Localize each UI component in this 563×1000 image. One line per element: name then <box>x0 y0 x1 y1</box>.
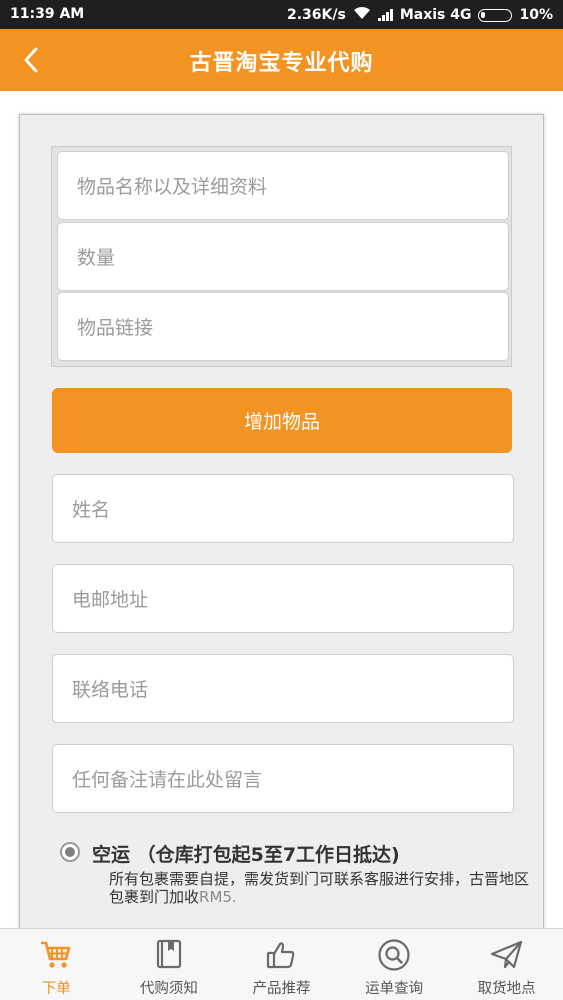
thumbs-up-icon <box>264 938 298 972</box>
shipping-description-text: 所有包裹需要自提，需发货到门可联系客服进行安排，古晋地区包裹到门加收 <box>109 870 530 906</box>
quantity-input[interactable]: 数量 <box>57 222 509 291</box>
name-input[interactable]: 姓名 <box>52 474 514 543</box>
shipping-fee: RM5. <box>199 888 237 906</box>
page-title: 古晋淘宝专业代购 <box>189 51 374 76</box>
signal-icon <box>377 9 393 21</box>
paper-plane-icon <box>490 938 524 972</box>
status-bar: 11:39 AM 2.36K/s Maxis 4G 10% <box>0 0 563 29</box>
app-header: 古晋淘宝专业代购 <box>0 29 563 91</box>
radio-selected-dot <box>65 847 75 857</box>
air-shipping-radio[interactable] <box>60 842 80 862</box>
phone-input[interactable]: 联络电话 <box>52 654 514 723</box>
tab-order-label: 下单 <box>41 981 71 997</box>
shipping-description: 所有包裹需要自提，需发货到门可联系客服进行安排，古晋地区包裹到门加收RM5. <box>109 870 529 906</box>
tab-tracking-label: 运单查询 <box>365 981 424 997</box>
bottom-tab-bar: 下单 代购须知 产品推荐 运单查询 取货地点 <box>0 928 563 1000</box>
network-speed: 2.36K/s <box>286 7 346 23</box>
book-icon <box>152 938 186 972</box>
item-name-input[interactable]: 物品名称以及详细资料 <box>57 151 509 220</box>
shipping-option-label: 空运 （仓库打包起5至7工作日抵达) <box>92 844 400 866</box>
tab-recommend[interactable]: 产品推荐 <box>225 929 338 1000</box>
carrier-name: Maxis 4G <box>399 7 472 23</box>
email-input[interactable]: 电邮地址 <box>52 564 514 633</box>
status-time: 11:39 AM <box>10 6 85 22</box>
tab-pickup[interactable]: 取货地点 <box>450 929 563 1000</box>
remark-input[interactable]: 任何备注请在此处留言 <box>52 744 514 813</box>
add-item-button[interactable]: 增加物品 <box>52 388 512 453</box>
item-link-input[interactable]: 物品链接 <box>57 292 509 361</box>
tab-recommend-label: 产品推荐 <box>252 981 311 997</box>
tab-pickup-label: 取货地点 <box>477 981 536 997</box>
tab-tracking[interactable]: 运单查询 <box>338 929 451 1000</box>
tab-guide-label: 代购须知 <box>139 981 198 997</box>
tab-guide[interactable]: 代购须知 <box>113 929 226 1000</box>
cart-icon <box>39 938 73 972</box>
battery-level: 10% <box>519 7 553 23</box>
battery-icon <box>478 8 513 22</box>
status-indicators: 2.36K/s Maxis 4G 10% <box>287 6 553 24</box>
search-icon <box>377 938 411 972</box>
wifi-icon <box>353 6 371 24</box>
tab-order[interactable]: 下单 <box>0 929 113 1000</box>
